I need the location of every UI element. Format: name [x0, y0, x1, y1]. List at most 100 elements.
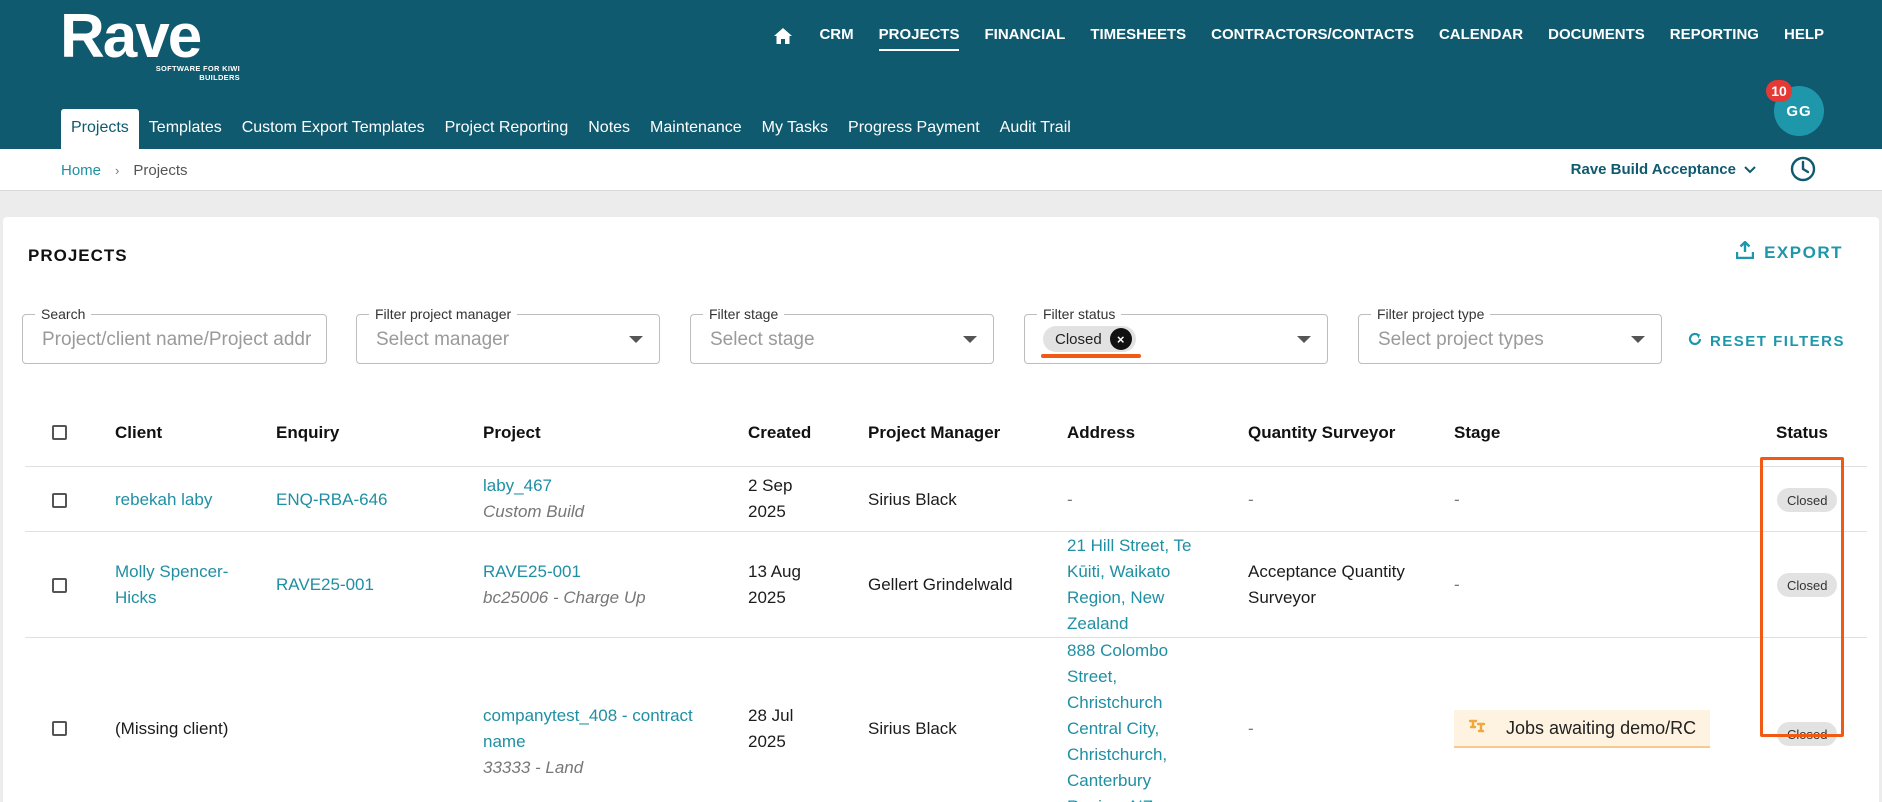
project-link[interactable]: RAVE25-001	[483, 559, 581, 585]
filter-stage-placeholder: Select stage	[710, 329, 815, 350]
caret-down-icon	[1631, 336, 1645, 343]
enquiry-link[interactable]: RAVE25-001	[276, 572, 374, 598]
address: -	[1067, 490, 1073, 509]
filter-status-label: Filter status	[1037, 306, 1122, 322]
client-link[interactable]: Molly Spencer-	[115, 559, 228, 585]
column-status[interactable]: Status	[1776, 423, 1828, 443]
reset-filters-button[interactable]: RESET FILTERS	[1688, 332, 1845, 350]
chevron-down-icon	[1744, 161, 1756, 178]
filter-project-manager-placeholder: Select manager	[376, 329, 510, 350]
search-input[interactable]: Search Project/client name/Project addre…	[22, 306, 327, 364]
table-row[interactable]: (Missing client) companytest_408 - contr…	[25, 638, 1867, 802]
upload-icon	[1735, 240, 1755, 264]
tab-maintenance[interactable]: Maintenance	[640, 109, 752, 149]
quantity-surveyor: Acceptance Quantity	[1248, 562, 1405, 581]
address-line[interactable]: Canterbury	[1067, 768, 1151, 794]
nav-documents[interactable]: DOCUMENTS	[1548, 26, 1645, 51]
address-line[interactable]: 888 Colombo	[1067, 638, 1168, 664]
table-row[interactable]: Molly Spencer- Hicks RAVE25-001 RAVE25-0…	[25, 532, 1867, 638]
column-stage[interactable]: Stage	[1454, 423, 1500, 443]
export-label: EXPORT	[1764, 242, 1843, 262]
project-subtitle: bc25006 - Charge Up	[483, 588, 646, 607]
sub-navigation: Projects Templates Custom Export Templat…	[61, 109, 1081, 149]
top-navigation: CRM PROJECTS FINANCIAL TIMESHEETS CONTRA…	[774, 26, 1824, 51]
filter-project-manager[interactable]: Filter project manager Select manager	[356, 306, 660, 364]
client-link[interactable]: rebekah laby	[115, 487, 212, 513]
project-link[interactable]: laby_467	[483, 473, 552, 499]
address-line[interactable]: Kūiti, Waikato	[1067, 559, 1170, 585]
client-name: (Missing client)	[115, 719, 229, 738]
tab-custom-export-templates[interactable]: Custom Export Templates	[232, 109, 435, 149]
stage-label: Jobs awaiting demo/RC	[1506, 717, 1697, 738]
column-project-manager[interactable]: Project Manager	[868, 423, 1000, 443]
nav-contractors-contacts[interactable]: CONTRACTORS/CONTACTS	[1211, 26, 1414, 51]
address-line[interactable]: Region, NZ	[1067, 794, 1153, 802]
notification-badge[interactable]: 10	[1766, 80, 1792, 102]
row-checkbox[interactable]	[52, 578, 67, 593]
search-label: Search	[35, 306, 92, 322]
stage: -	[1454, 490, 1460, 509]
tab-notes[interactable]: Notes	[578, 109, 640, 149]
column-enquiry[interactable]: Enquiry	[276, 423, 339, 443]
caret-down-icon	[963, 336, 977, 343]
column-project[interactable]: Project	[483, 423, 541, 443]
nav-reporting[interactable]: REPORTING	[1670, 26, 1759, 51]
home-icon[interactable]	[774, 27, 794, 50]
created-date: 28 Jul	[748, 706, 794, 725]
address-line[interactable]: Christchurch	[1067, 690, 1162, 716]
address-line[interactable]: 21 Hill Street, Te	[1067, 533, 1191, 559]
page-title: PROJECTS	[28, 246, 128, 265]
chip-remove-icon[interactable]: ×	[1109, 328, 1132, 350]
address-line[interactable]: Zealand	[1067, 611, 1128, 637]
project-manager: Sirius Black	[868, 490, 957, 509]
row-checkbox[interactable]	[52, 493, 67, 508]
tab-my-tasks[interactable]: My Tasks	[752, 109, 838, 149]
refresh-icon	[1688, 332, 1702, 350]
row-checkbox[interactable]	[52, 721, 67, 736]
nav-projects[interactable]: PROJECTS	[878, 26, 960, 51]
project-link[interactable]: companytest_408 - contract	[483, 703, 693, 729]
column-client[interactable]: Client	[115, 423, 162, 443]
quantity-surveyor: -	[1248, 490, 1254, 509]
address-line[interactable]: Region, New	[1067, 585, 1164, 611]
tab-projects[interactable]: Projects	[61, 109, 139, 149]
export-button[interactable]: EXPORT	[1735, 240, 1843, 264]
table-header: Client Enquiry Project Created Project M…	[25, 403, 1867, 467]
address-line[interactable]: Central City,	[1067, 716, 1159, 742]
caret-down-icon	[1297, 336, 1311, 343]
address-line[interactable]: Christchurch,	[1067, 742, 1167, 768]
breadcrumb-current: Projects	[133, 162, 188, 179]
filter-project-type[interactable]: Filter project type Select project types	[1358, 306, 1662, 364]
client-link-line2[interactable]: Hicks	[115, 585, 157, 611]
status-chip-highlight	[1041, 354, 1141, 358]
app-header: Rave SOFTWARE FOR KIWI BUILDERS CRM PROJ…	[0, 0, 1882, 149]
breadcrumb-home[interactable]: Home	[61, 162, 101, 179]
history-clock-icon[interactable]	[1790, 156, 1816, 182]
created-year: 2025	[748, 588, 786, 607]
tab-progress-payment[interactable]: Progress Payment	[838, 109, 990, 149]
nav-financial[interactable]: FINANCIAL	[984, 26, 1065, 51]
projects-card: PROJECTS EXPORT Search Project/client na…	[3, 217, 1879, 802]
enquiry-link[interactable]: ENQ-RBA-646	[276, 487, 387, 513]
column-quantity-surveyor[interactable]: Quantity Surveyor	[1248, 423, 1395, 443]
table-row[interactable]: rebekah laby ENQ-RBA-646 laby_467 Custom…	[25, 467, 1867, 532]
breadcrumb: Home › Projects	[61, 162, 188, 179]
filter-stage-label: Filter stage	[703, 306, 785, 322]
nav-calendar[interactable]: CALENDAR	[1439, 26, 1523, 51]
organisation-name: Rave Build Acceptance	[1570, 161, 1736, 178]
select-all-checkbox[interactable]	[52, 425, 67, 440]
tab-audit-trail[interactable]: Audit Trail	[990, 109, 1081, 149]
organisation-selector[interactable]: Rave Build Acceptance	[1571, 161, 1756, 178]
filter-stage[interactable]: Filter stage Select stage	[690, 306, 994, 364]
status-chip-label: Closed	[1055, 330, 1102, 348]
column-created[interactable]: Created	[748, 423, 811, 443]
tab-project-reporting[interactable]: Project Reporting	[435, 109, 579, 149]
nav-help[interactable]: HELP	[1784, 26, 1824, 51]
address-line[interactable]: Street,	[1067, 664, 1117, 690]
nav-crm[interactable]: CRM	[819, 26, 853, 51]
tab-templates[interactable]: Templates	[139, 109, 232, 149]
column-address[interactable]: Address	[1067, 423, 1135, 443]
rave-logo[interactable]: Rave SOFTWARE FOR KIWI BUILDERS	[60, 6, 240, 83]
project-link-line2[interactable]: name	[483, 729, 526, 755]
nav-timesheets[interactable]: TIMESHEETS	[1090, 26, 1186, 51]
